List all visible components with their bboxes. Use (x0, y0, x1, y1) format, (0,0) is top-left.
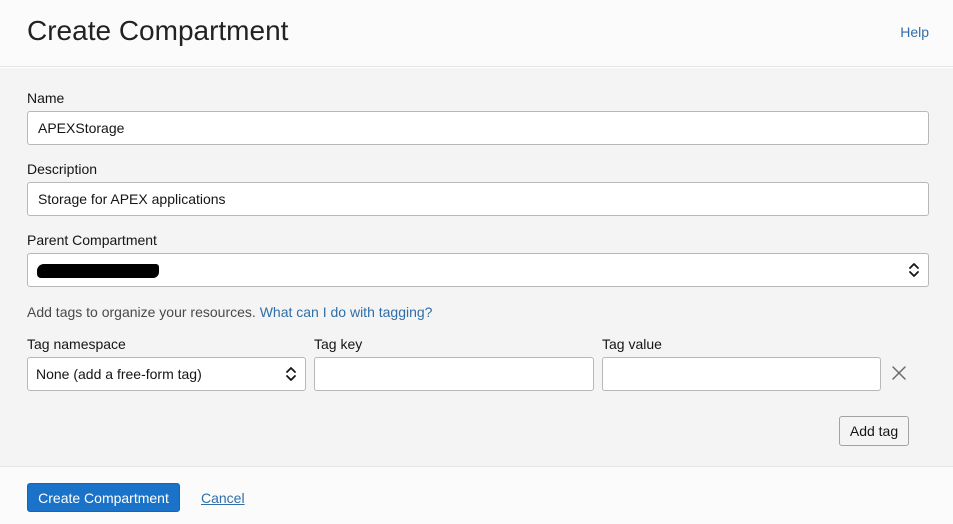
redacted-value (37, 264, 159, 278)
tag-value-input[interactable] (602, 357, 881, 391)
page-title: Create Compartment (27, 15, 289, 46)
name-label: Name (27, 90, 65, 106)
help-link[interactable]: Help (900, 24, 929, 40)
parent-compartment-select[interactable] (27, 253, 929, 287)
cancel-link[interactable]: Cancel (201, 490, 245, 506)
tagging-help-link[interactable]: What can I do with tagging? (260, 304, 433, 320)
tags-hint-text: Add tags to organize your resources. (27, 304, 256, 320)
chevron-up-down-icon (286, 367, 296, 381)
close-icon[interactable] (889, 363, 909, 383)
panel-header: Create Compartment Help (0, 0, 953, 67)
description-label: Description (27, 161, 98, 177)
panel-footer: Create Compartment Cancel (0, 466, 953, 524)
create-compartment-button[interactable]: Create Compartment (27, 483, 180, 512)
tag-namespace-label: Tag namespace (27, 336, 126, 352)
tag-key-label: Tag key (314, 336, 363, 352)
description-input[interactable] (27, 182, 929, 216)
tag-namespace-select[interactable]: None (add a free-form tag) (27, 357, 306, 391)
parent-compartment-label: Parent Compartment (27, 232, 157, 248)
tags-hint: Add tags to organize your resources. Wha… (27, 304, 432, 320)
add-tag-button[interactable]: Add tag (839, 416, 909, 446)
tag-value-label: Tag value (602, 336, 662, 352)
name-input[interactable] (27, 111, 929, 145)
chevron-up-down-icon (909, 263, 919, 277)
form-body: Name Description Parent Compartment Add … (0, 68, 953, 466)
tag-key-input[interactable] (314, 357, 594, 391)
tag-namespace-value: None (add a free-form tag) (36, 366, 202, 382)
